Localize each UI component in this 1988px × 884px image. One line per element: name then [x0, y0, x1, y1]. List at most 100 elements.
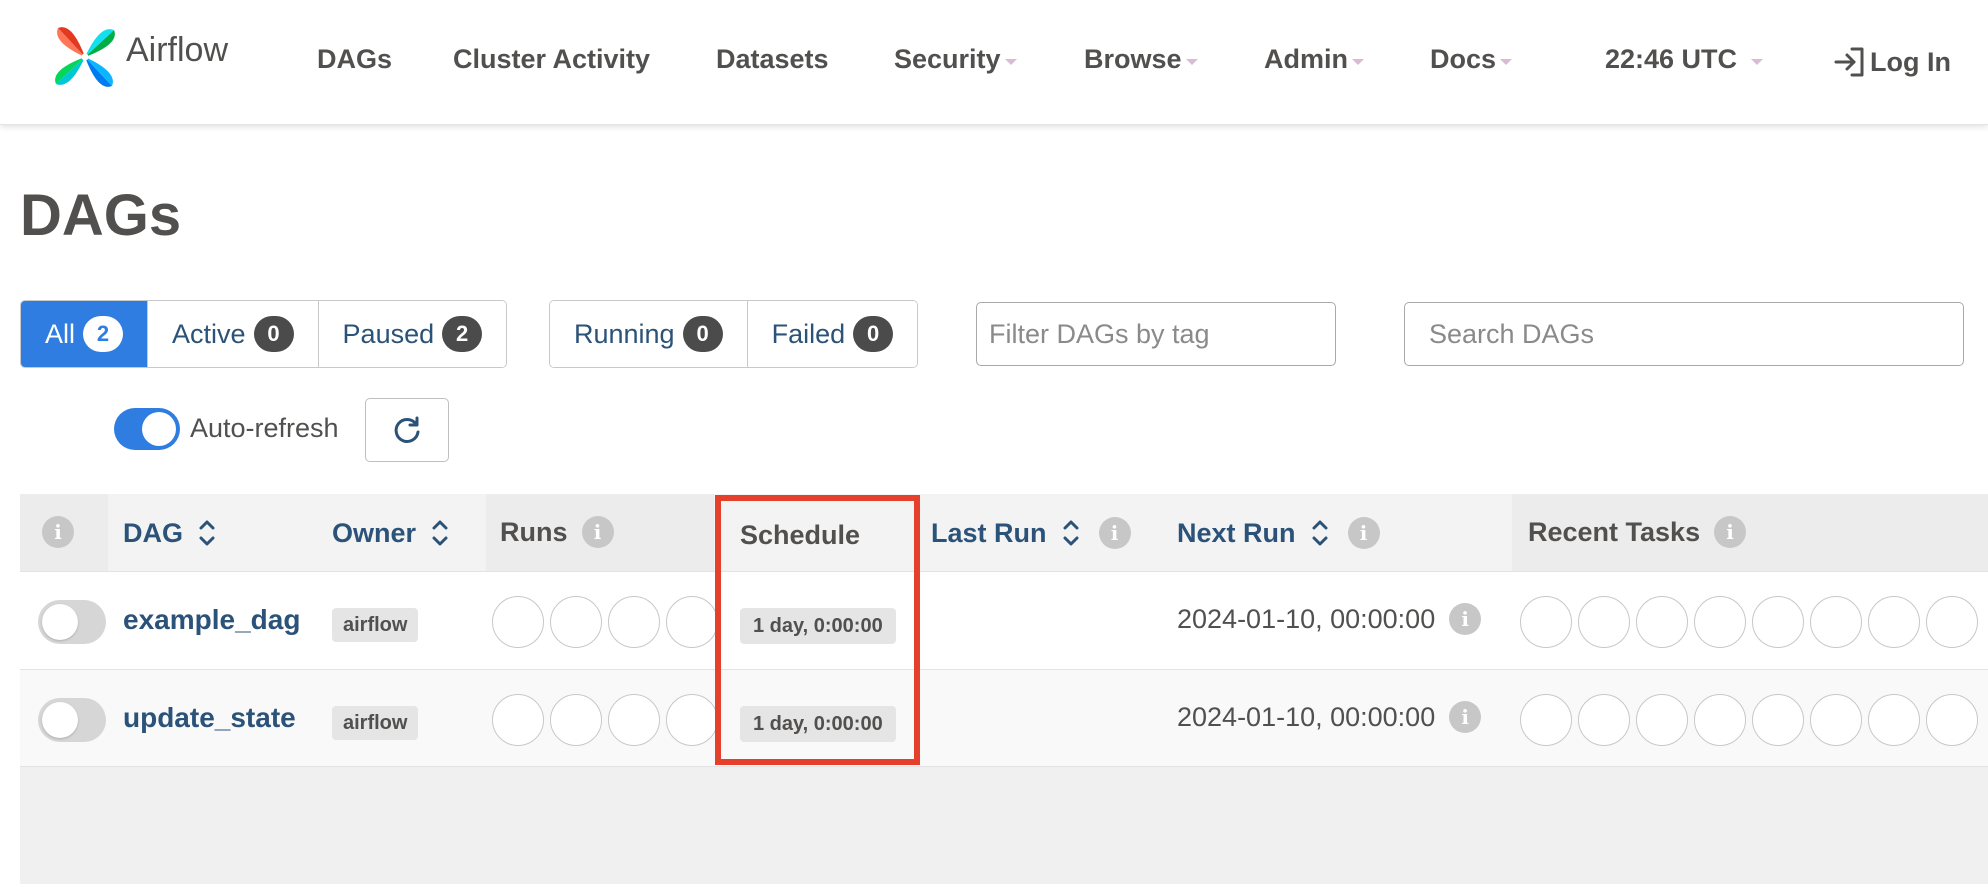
pause-toggle[interactable]	[38, 600, 106, 644]
table-row: update_state airflow 1 day, 0:00:00 2024…	[20, 669, 1988, 767]
filter-paused-button[interactable]: Paused 2	[318, 301, 507, 367]
task-state-circle[interactable]	[1926, 694, 1978, 746]
task-state-circle[interactable]	[1578, 596, 1630, 648]
filter-running-button[interactable]: Running 0	[550, 301, 748, 367]
info-icon[interactable]: i	[581, 516, 614, 548]
schedule-tag[interactable]: 1 day, 0:00:00	[740, 608, 896, 644]
task-state-circle[interactable]	[1868, 596, 1920, 648]
nav-admin-label: Admin	[1264, 44, 1348, 74]
dag-link[interactable]: update_state	[123, 702, 296, 734]
sort-icon	[432, 520, 448, 546]
caret-down-icon	[1004, 58, 1017, 65]
info-icon[interactable]: i	[1714, 516, 1747, 548]
next-run-value: 2024-01-10, 00:00:00	[1177, 701, 1436, 732]
dag-link[interactable]: example_dag	[123, 604, 300, 636]
col-recent-tasks-label: Recent Tasks	[1528, 516, 1701, 547]
task-state-circle[interactable]	[1578, 694, 1630, 746]
nav-cluster-activity-label: Cluster Activity	[453, 44, 651, 74]
nav-browse[interactable]: Browse	[1084, 44, 1198, 75]
nav-dags[interactable]: DAGs	[317, 44, 392, 75]
col-runs: Runs i	[500, 516, 614, 548]
tag-filter-input[interactable]	[976, 302, 1336, 366]
table-row: example_dag airflow 1 day, 0:00:00 2024-…	[20, 571, 1988, 669]
task-state-circle[interactable]	[1520, 694, 1572, 746]
nav-security[interactable]: Security	[894, 44, 1017, 75]
info-icon[interactable]: i	[42, 516, 74, 548]
run-state-circle[interactable]	[666, 596, 718, 648]
brand[interactable]: Airflow	[48, 20, 228, 94]
run-state-circle[interactable]	[608, 694, 660, 746]
col-next-run[interactable]: Next Run i	[1177, 516, 1380, 550]
col-dag[interactable]: DAG	[123, 516, 217, 550]
login-label: Log In	[1870, 46, 1951, 77]
task-state-circle[interactable]	[1752, 694, 1804, 746]
nav-docs[interactable]: Docs	[1430, 44, 1513, 75]
pause-toggle[interactable]	[38, 698, 106, 742]
filter-all-button[interactable]: All 2	[21, 301, 149, 367]
col-runs-label: Runs	[500, 516, 568, 547]
state-filter-group: Running 0 Failed 0	[549, 300, 919, 368]
filter-paused-count: 2	[442, 316, 483, 352]
col-owner-label: Owner	[332, 517, 417, 548]
nav-dags-label: DAGs	[317, 44, 393, 74]
filter-paused-label: Paused	[342, 318, 435, 349]
filter-active-button[interactable]: Active 0	[148, 301, 319, 367]
task-state-circle[interactable]	[1636, 596, 1688, 648]
nav-datasets-label: Datasets	[716, 44, 829, 74]
schedule-tag[interactable]: 1 day, 0:00:00	[740, 706, 896, 742]
run-state-circle[interactable]	[492, 694, 544, 746]
owner-tag[interactable]: airflow	[332, 608, 419, 642]
col-last-run[interactable]: Last Run i	[931, 516, 1131, 550]
task-state-circle[interactable]	[1810, 596, 1862, 648]
next-run-cell: 2024-01-10, 00:00:00 i	[1177, 603, 1482, 635]
filter-failed-button[interactable]: Failed 0	[747, 301, 918, 367]
table-header: i DAG Owner Runs i Schedule Last Run i N…	[20, 494, 1988, 571]
task-state-circle[interactable]	[1810, 694, 1862, 746]
caret-down-icon	[1751, 58, 1764, 65]
info-icon[interactable]: i	[1347, 517, 1380, 549]
run-state-circle[interactable]	[608, 596, 660, 648]
run-state-circle[interactable]	[666, 694, 718, 746]
brand-name: Airflow	[126, 30, 229, 69]
login-link[interactable]: Log In	[1832, 44, 1951, 80]
task-state-circle[interactable]	[1694, 694, 1746, 746]
recent-tasks-circles	[1520, 694, 1978, 746]
navbar: Airflow DAGs Cluster Activity Datasets S…	[0, 0, 1988, 125]
info-icon[interactable]: i	[1449, 701, 1482, 733]
auto-refresh-toggle[interactable]	[114, 408, 180, 450]
sort-icon	[1063, 520, 1079, 546]
task-state-circle[interactable]	[1868, 694, 1920, 746]
run-state-circle[interactable]	[550, 596, 602, 648]
nav-docs-label: Docs	[1430, 44, 1497, 74]
nav-security-label: Security	[894, 44, 1001, 74]
col-schedule: Schedule	[740, 520, 860, 551]
search-dags-input[interactable]	[1404, 302, 1964, 366]
runs-circles	[492, 694, 718, 746]
filter-active-count: 0	[253, 316, 294, 352]
nav-admin[interactable]: Admin	[1264, 44, 1364, 75]
owner-tag[interactable]: airflow	[332, 706, 419, 740]
run-state-circle[interactable]	[550, 694, 602, 746]
info-icon[interactable]: i	[1449, 603, 1482, 635]
task-state-circle[interactable]	[1636, 694, 1688, 746]
col-recent-tasks: Recent Tasks i	[1528, 516, 1747, 548]
filter-all-count: 2	[83, 316, 124, 352]
nav-cluster-activity[interactable]: Cluster Activity	[453, 44, 650, 75]
task-state-circle[interactable]	[1694, 596, 1746, 648]
task-state-circle[interactable]	[1520, 596, 1572, 648]
refresh-button[interactable]	[365, 398, 449, 462]
filter-all-label: All	[45, 318, 76, 349]
task-state-circle[interactable]	[1752, 596, 1804, 648]
clock-label: 22:46 UTC	[1605, 44, 1738, 74]
timezone-clock[interactable]: 22:46 UTC	[1605, 44, 1764, 75]
col-dag-label: DAG	[123, 517, 183, 548]
next-run-value: 2024-01-10, 00:00:00	[1177, 603, 1436, 634]
info-icon[interactable]: i	[1098, 517, 1131, 549]
col-owner[interactable]: Owner	[332, 516, 450, 550]
col-next-run-label: Next Run	[1177, 517, 1296, 548]
run-state-circle[interactable]	[492, 596, 544, 648]
sort-icon	[1312, 520, 1328, 546]
task-state-circle[interactable]	[1926, 596, 1978, 648]
nav-datasets[interactable]: Datasets	[716, 44, 829, 75]
caret-down-icon	[1352, 58, 1364, 65]
